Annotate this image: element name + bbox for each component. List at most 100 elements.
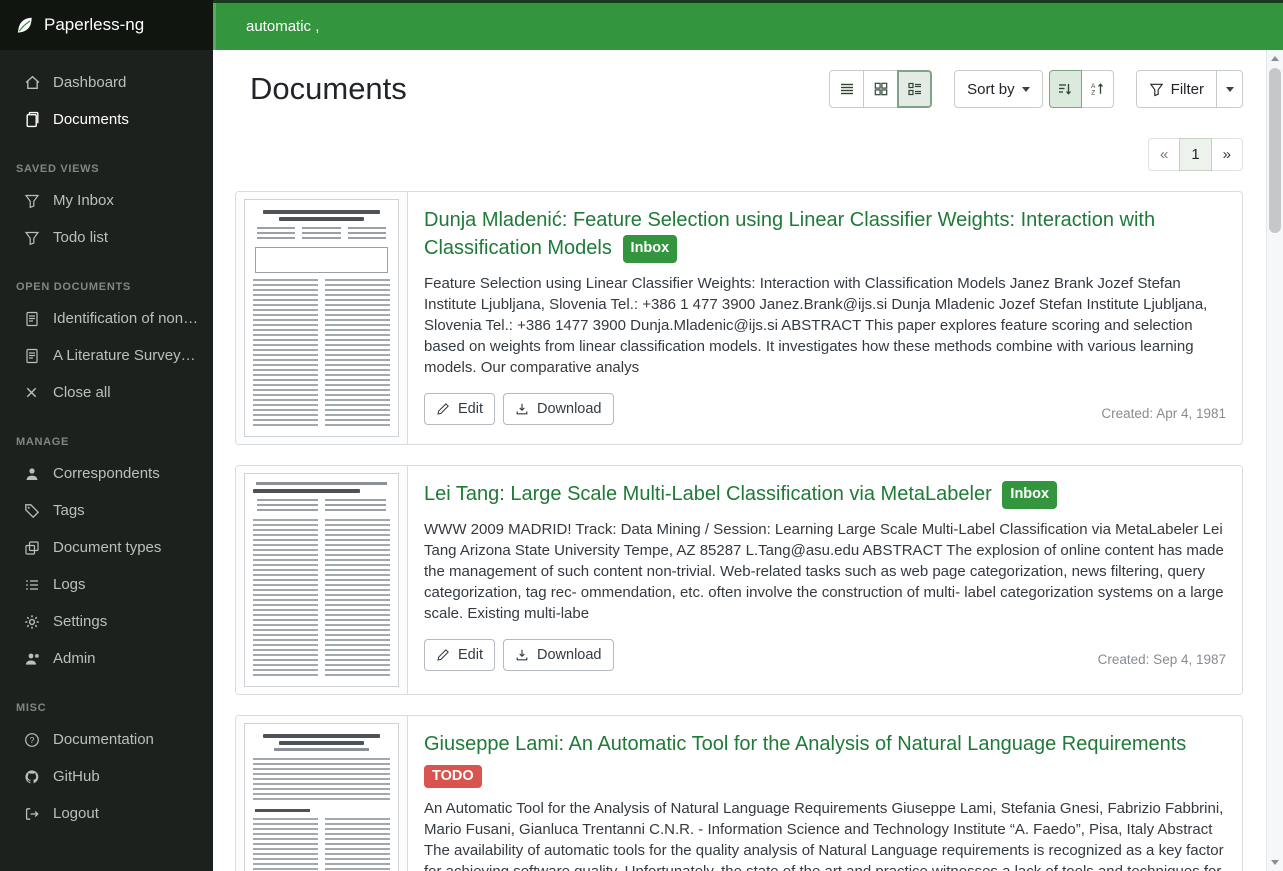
- svg-text:?: ?: [30, 735, 35, 745]
- thumbnail-line: [253, 519, 390, 679]
- triangle-down-icon: [1271, 860, 1279, 865]
- pagination-prev-button[interactable]: «: [1148, 138, 1180, 171]
- sidebar-item-tags[interactable]: Tags: [0, 492, 213, 529]
- download-icon: [515, 402, 529, 416]
- admin-person-icon: [24, 651, 41, 667]
- created-date: Created: Apr 4, 1981: [1101, 406, 1226, 425]
- documents-toolbar: Sort by AZ: [829, 70, 1243, 108]
- triangle-up-icon: [1271, 56, 1279, 61]
- document-card-body: Dunja Mladenić: Feature Selection using …: [408, 192, 1242, 444]
- sidebar-item-documentation[interactable]: ? Documentation: [0, 721, 213, 758]
- filter-button[interactable]: Filter: [1136, 70, 1217, 108]
- thumbnail-line: [253, 818, 390, 871]
- download-icon: [515, 648, 529, 662]
- document-card: Lei Tang: Large Scale Multi-Label Classi…: [235, 465, 1243, 695]
- pagination-page-1-button[interactable]: 1: [1179, 138, 1211, 171]
- edit-button-label: Edit: [458, 647, 483, 663]
- sidebar-section-saved-views: SAVED VIEWS: [0, 138, 213, 182]
- thumbnail-line: [256, 482, 386, 485]
- document-meta-row: Edit Download Created: Sep 4, 1987: [424, 639, 1226, 671]
- sidebar-item-document-types[interactable]: Document types: [0, 529, 213, 566]
- list-view-icon: [839, 81, 855, 97]
- document-actions: Edit Download: [424, 393, 614, 425]
- download-button[interactable]: Download: [503, 393, 614, 425]
- thumbnail-line: [255, 247, 388, 273]
- pagination: « 1 »: [1148, 138, 1243, 171]
- sidebar-item-logs[interactable]: Logs: [0, 566, 213, 603]
- sidebar-item-label: Documents: [53, 111, 129, 128]
- filter-dropdown-toggle[interactable]: [1216, 70, 1243, 108]
- view-list-button[interactable]: [829, 70, 864, 108]
- gear-icon: [24, 614, 41, 630]
- sort-alpha-icon: AZ: [1089, 81, 1105, 97]
- document-title-link[interactable]: Giuseppe Lami: An Automatic Tool for the…: [424, 733, 1186, 755]
- dashboard-icon: [24, 74, 41, 91]
- document-title-link[interactable]: Dunja Mladenić: Feature Selection using …: [424, 209, 1155, 259]
- sidebar: Paperless-ng Dashboard Documents SAVED V…: [0, 0, 213, 871]
- thumbnail-line: [279, 741, 364, 745]
- sidebar-item-open-document-2[interactable]: A Literature Survey on ...: [0, 337, 213, 374]
- thumbnail-line: [253, 489, 360, 493]
- document-excerpt: Feature Selection using Linear Classifie…: [424, 273, 1226, 378]
- app-window: Paperless-ng Dashboard Documents SAVED V…: [0, 0, 1283, 871]
- document-thumbnail[interactable]: [236, 716, 408, 871]
- view-details-button[interactable]: [897, 70, 932, 108]
- scrollbar-thumb[interactable]: [1269, 68, 1281, 233]
- document-title-row: Dunja Mladenić: Feature Selection using …: [424, 206, 1226, 263]
- sidebar-item-settings[interactable]: Settings: [0, 603, 213, 640]
- sidebar-item-documents[interactable]: Documents: [0, 101, 213, 138]
- sidebar-item-correspondents[interactable]: Correspondents: [0, 455, 213, 492]
- sort-by-label: Sort by: [967, 81, 1015, 98]
- sidebar-item-open-document-1[interactable]: Identification of non-fu...: [0, 300, 213, 337]
- sort-alphabetical-button[interactable]: AZ: [1081, 70, 1114, 108]
- inbox-badge[interactable]: Inbox: [623, 235, 678, 263]
- document-thumbnail[interactable]: [236, 192, 408, 444]
- inbox-badge[interactable]: Inbox: [1002, 481, 1057, 509]
- sidebar-item-logout[interactable]: Logout: [0, 795, 213, 832]
- sidebar-item-dashboard[interactable]: Dashboard: [0, 64, 213, 101]
- sidebar-item-my-inbox[interactable]: My Inbox: [0, 182, 213, 219]
- sort-down-icon: [1057, 81, 1073, 97]
- app-logo[interactable]: Paperless-ng: [0, 0, 213, 50]
- sidebar-item-label: Documentation: [53, 731, 154, 748]
- document-title-row: Giuseppe Lami: An Automatic Tool for the…: [424, 730, 1226, 758]
- thumbnail-line: [253, 279, 390, 429]
- scroll-up-button[interactable]: [1267, 50, 1283, 67]
- document-thumbnail[interactable]: [236, 466, 408, 694]
- thumbnail-preview: [244, 473, 399, 687]
- pagination-next-button[interactable]: »: [1211, 138, 1243, 171]
- sidebar-nav: Dashboard Documents SAVED VIEWS My Inbox…: [0, 50, 213, 871]
- search-input[interactable]: [213, 3, 1283, 50]
- document-title-link[interactable]: Lei Tang: Large Scale Multi-Label Classi…: [424, 483, 992, 505]
- sidebar-item-github[interactable]: GitHub: [0, 758, 213, 795]
- logout-icon: [24, 806, 41, 822]
- edit-button[interactable]: Edit: [424, 639, 495, 671]
- view-grid-button[interactable]: [863, 70, 898, 108]
- sidebar-item-label: Logout: [53, 805, 99, 822]
- pencil-icon: [436, 402, 450, 416]
- file-text-icon: [24, 311, 41, 327]
- todo-badge[interactable]: TODO: [424, 765, 482, 788]
- scrollbar[interactable]: [1266, 50, 1283, 871]
- thumbnail-line: [263, 210, 381, 214]
- chevron-down-icon: [1226, 87, 1234, 92]
- details-view-icon: [907, 81, 923, 97]
- list-icon: [24, 577, 41, 593]
- sort-descending-button[interactable]: [1049, 70, 1082, 108]
- sidebar-item-label: Close all: [53, 384, 111, 401]
- document-meta-row: Edit Download Created: Apr 4, 1981: [424, 393, 1226, 425]
- sidebar-item-admin[interactable]: Admin: [0, 640, 213, 677]
- sidebar-item-label: GitHub: [53, 768, 100, 785]
- sidebar-item-close-all[interactable]: Close all: [0, 374, 213, 411]
- sidebar-item-label: Correspondents: [53, 465, 160, 482]
- download-button[interactable]: Download: [503, 639, 614, 671]
- sidebar-item-label: Logs: [53, 576, 86, 593]
- sidebar-item-todo-list[interactable]: Todo list: [0, 219, 213, 256]
- edit-button[interactable]: Edit: [424, 393, 495, 425]
- sort-by-dropdown[interactable]: Sort by: [954, 70, 1043, 108]
- thumbnail-line: [257, 227, 386, 241]
- scroll-down-button[interactable]: [1267, 854, 1283, 871]
- thumbnail-line: [255, 809, 310, 812]
- app-title: Paperless-ng: [44, 15, 144, 35]
- document-title-row: Lei Tang: Large Scale Multi-Label Classi…: [424, 480, 1226, 509]
